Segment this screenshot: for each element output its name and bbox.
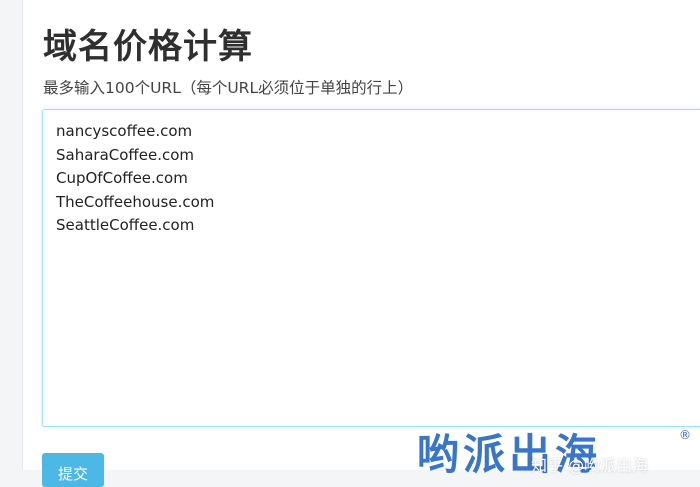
input-hint: 最多输入100个URL（每个URL必须位于单独的行上） — [43, 79, 414, 97]
main-panel: 域名价格计算 最多输入100个URL（每个URL必须位于单独的行上） 提交 哟派… — [22, 0, 700, 487]
watermark-caption: 知乎 @哟派出海 — [531, 456, 649, 475]
submit-button[interactable]: 提交 — [42, 453, 104, 487]
page-title: 域名价格计算 — [43, 27, 253, 67]
url-input-textarea[interactable] — [42, 109, 700, 427]
registered-mark-icon: ® — [679, 428, 691, 442]
